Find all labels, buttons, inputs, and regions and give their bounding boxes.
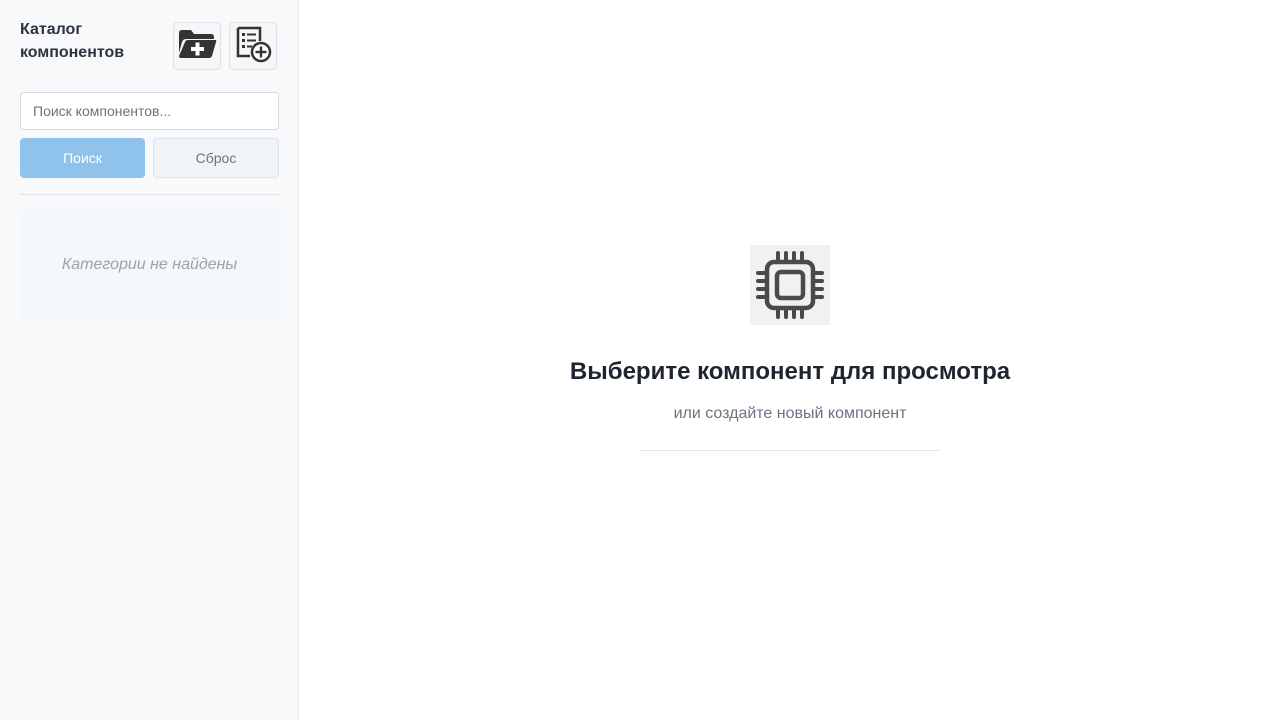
document-plus-icon: [234, 25, 272, 68]
sidebar-divider: [20, 194, 279, 195]
search-input[interactable]: [20, 92, 279, 130]
page-title: Выберите компонент для просмотра: [569, 358, 1011, 385]
add-category-button[interactable]: [173, 22, 221, 70]
main-divider: [640, 450, 940, 451]
sidebar-title: Каталог компонентов: [20, 21, 125, 61]
reset-button[interactable]: Сброс: [153, 138, 279, 178]
categories-empty-state: Категории не найдены: [20, 210, 279, 320]
add-component-button[interactable]: [229, 22, 277, 70]
empty-message: Категории не найдены: [61, 256, 238, 273]
sidebar: Каталог компонентов Поиск компонентов...…: [0, 0, 299, 720]
page-subtitle: или создайте новый компонент: [673, 405, 907, 422]
main-panel: Выберите компонент для просмотра или соз…: [300, 0, 1280, 720]
chip-icon: [750, 245, 830, 325]
search-button[interactable]: Поиск: [20, 138, 145, 178]
folder-plus-icon: [177, 27, 217, 66]
